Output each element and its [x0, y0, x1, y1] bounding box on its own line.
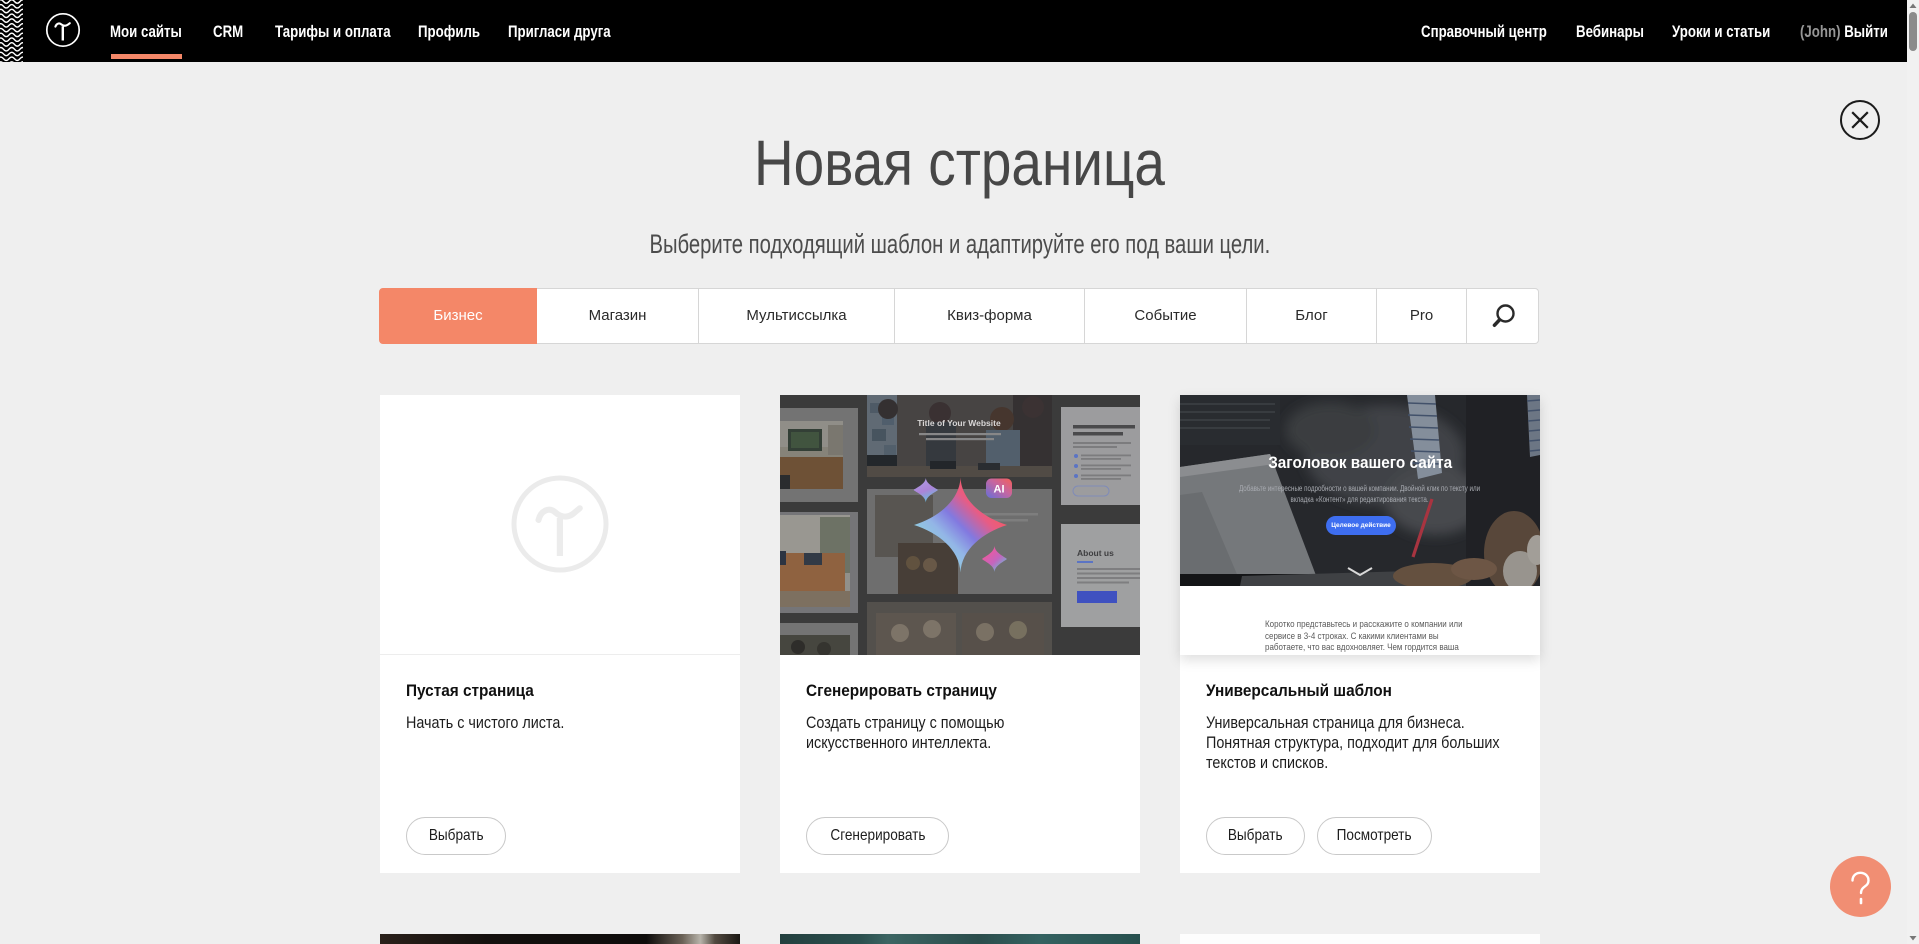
- svg-text:About us: About us: [1077, 548, 1114, 558]
- svg-text:AI: AI: [994, 484, 1005, 496]
- svg-text:Title of Your Website: Title of Your Website: [917, 418, 1001, 428]
